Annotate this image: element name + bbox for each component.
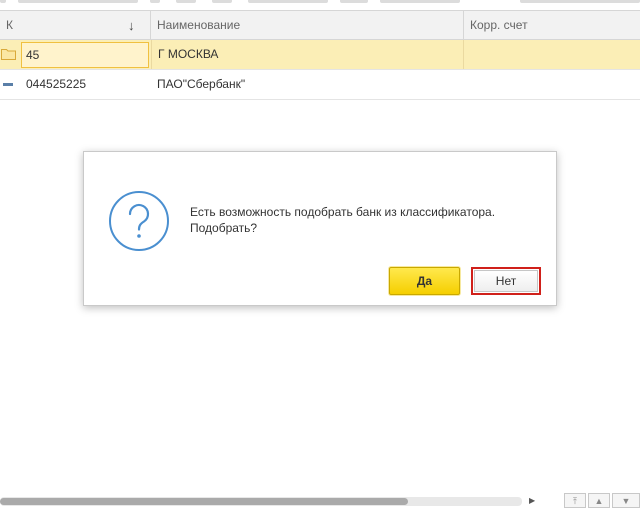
corr-account-cell[interactable] [464, 70, 640, 99]
name-cell[interactable]: Г МОСКВА [151, 40, 464, 69]
toolbar-segment [176, 0, 196, 3]
toolbar-segment [340, 0, 368, 3]
no-button[interactable]: Нет [471, 267, 541, 295]
no-button-label: Нет [474, 270, 538, 292]
yes-button[interactable]: Да [389, 267, 460, 295]
dialog-message: Есть возможность подобрать банк из класс… [190, 204, 495, 236]
question-dialog: Есть возможность подобрать банк из класс… [83, 151, 557, 306]
corr-account-cell[interactable] [464, 40, 640, 69]
item-icon [3, 83, 13, 86]
column-header-corr-account[interactable]: Корр. счет [464, 11, 640, 40]
column-header-code-label: К [6, 18, 13, 32]
folder-icon [1, 49, 16, 60]
dialog-message-line: Подобрать? [190, 221, 258, 235]
question-icon [109, 191, 169, 251]
toolbar-segment [212, 0, 232, 3]
table-row[interactable]: 044525225 ПАО"Сбербанк" [0, 70, 640, 100]
column-header-name[interactable]: Наименование [151, 11, 464, 40]
horizontal-scrollbar[interactable] [0, 497, 522, 506]
toolbar-segment [0, 0, 6, 3]
bank-table: К ↓ Наименование Корр. счет 45 Г МОСКВА … [0, 10, 640, 100]
column-header-corr-account-label: Корр. счет [470, 18, 528, 32]
scrollbar-thumb[interactable] [0, 498, 408, 505]
scroll-up-icon[interactable]: ▲ [588, 493, 610, 508]
code-cell[interactable]: 044525225 [21, 70, 151, 99]
toolbar-strip [0, 0, 640, 4]
column-header-name-label: Наименование [157, 18, 241, 32]
sort-arrow-icon[interactable]: ↓ [128, 11, 135, 40]
name-cell[interactable]: ПАО"Сбербанк" [151, 70, 464, 99]
toolbar-segment [520, 0, 640, 3]
table-header: К ↓ Наименование Корр. счет [0, 10, 640, 40]
toolbar-segment [18, 0, 138, 3]
code-cell-editor[interactable]: 45 [21, 42, 149, 68]
dialog-message-line: Есть возможность подобрать банк из класс… [190, 205, 496, 219]
toolbar-segment [380, 0, 460, 3]
scroll-down-icon[interactable]: ▼ [612, 493, 640, 508]
table-row[interactable]: 45 Г МОСКВА [0, 40, 640, 70]
scroll-to-top-icon[interactable]: ⤒ [564, 493, 586, 508]
toolbar-segment [150, 0, 160, 3]
toolbar-segment [248, 0, 328, 3]
scroll-right-icon[interactable]: ▶ [529, 496, 537, 506]
